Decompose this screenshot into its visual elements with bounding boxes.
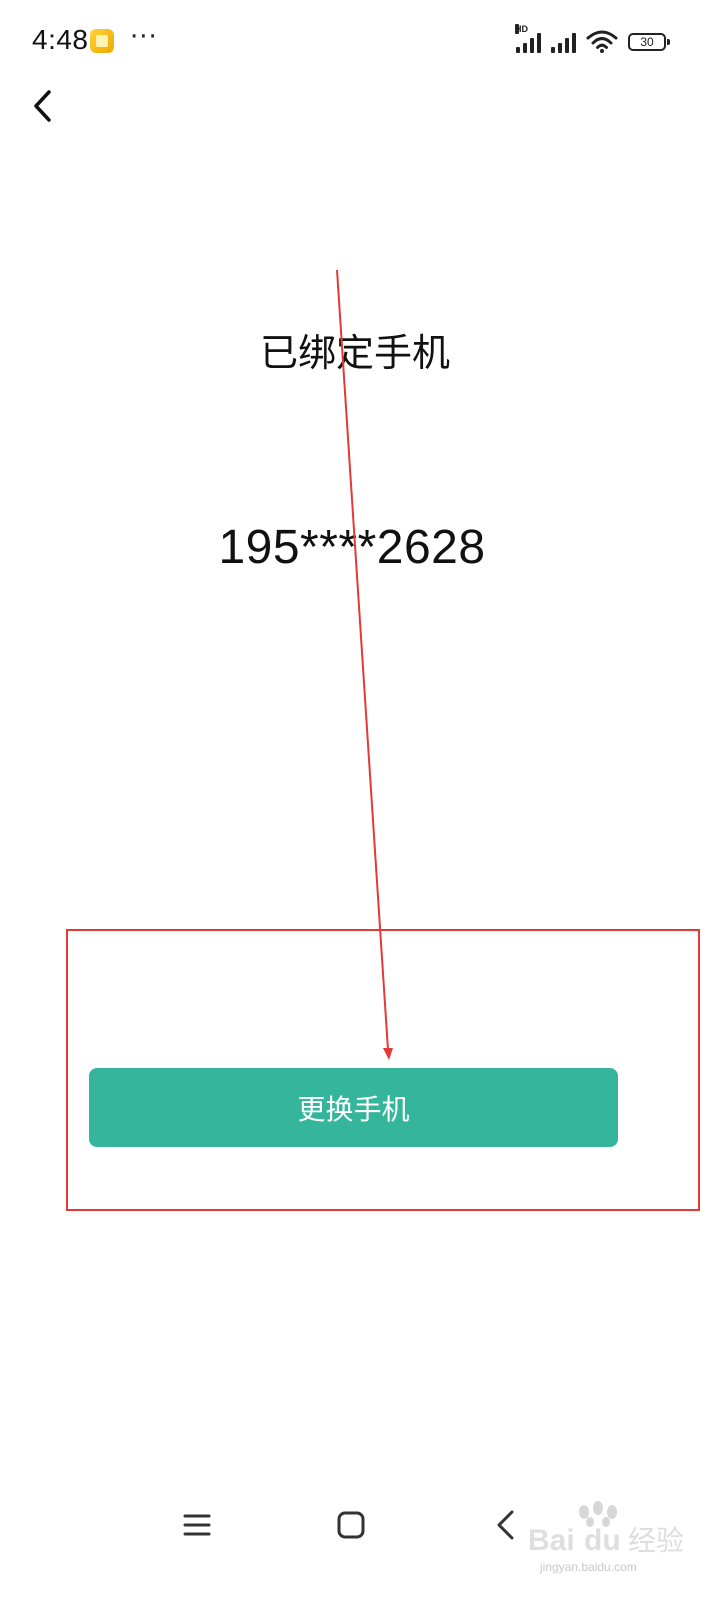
change-phone-button[interactable]: 更换手机 [89, 1068, 618, 1147]
battery-icon: 30 [628, 33, 670, 51]
watermark-url: jingyan.baidu.com [540, 1560, 637, 1574]
watermark: Bai du 经验 jingyan.baidu.com [526, 1500, 706, 1580]
menu-icon[interactable] [181, 1510, 213, 1540]
hd-tag: HD [515, 24, 528, 34]
chevron-left-icon [34, 90, 51, 122]
page-title: 已绑定手机 [259, 331, 450, 375]
battery-level: 30 [640, 35, 654, 49]
status-time: 4:48 [32, 24, 89, 55]
svg-text:Bai: Bai [528, 1524, 575, 1557]
signal-icon [551, 31, 576, 53]
svg-text:du: du [584, 1524, 621, 1557]
status-bar: 4:48 ··· HD 30 [0, 0, 720, 80]
status-icons: HD 30 [515, 24, 670, 56]
svg-text:经验: 经验 [628, 1524, 684, 1557]
app-notification-icon [90, 29, 114, 53]
signal-icon: HD [515, 24, 541, 53]
more-notifications-icon: ··· [130, 22, 158, 52]
home-icon[interactable] [336, 1510, 366, 1540]
baidu-logo-watermark: Bai du 经验 [528, 1501, 684, 1557]
wifi-icon [586, 30, 618, 53]
annotation-arrow [336, 269, 393, 1060]
back-icon[interactable] [490, 1508, 520, 1542]
back-button[interactable] [20, 84, 64, 128]
bound-phone-number: 195****2628 [218, 521, 486, 574]
